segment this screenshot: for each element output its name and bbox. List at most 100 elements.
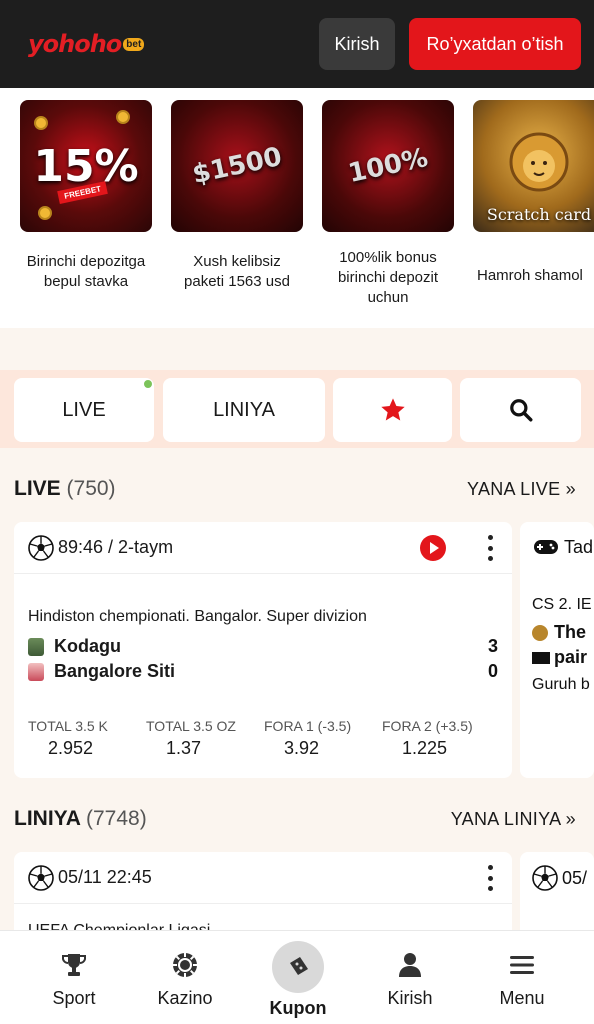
card-header: 05/ xyxy=(532,865,587,891)
more-options-icon[interactable] xyxy=(486,865,494,891)
team-home-name: Kodagu xyxy=(54,636,121,656)
coin-icon xyxy=(34,116,48,130)
sport-tabs: LIVE LINIYA xyxy=(0,370,594,448)
nav-kirish[interactable]: Kirish xyxy=(360,951,460,1009)
tab-live-label: LIVE xyxy=(62,398,106,421)
promo-image: Scratch card xyxy=(473,100,594,232)
tab-liniya[interactable]: LINIYA xyxy=(163,378,325,442)
play-stream-icon[interactable] xyxy=(420,535,446,561)
card-header: 05/11 22:45 xyxy=(14,852,512,904)
more-liniya-link[interactable]: YANA LINIYA » xyxy=(451,809,576,830)
promo-title: Birinchi depozitga bepul stavka xyxy=(26,253,146,290)
promo-art-text: 15% xyxy=(33,140,139,192)
team-logo-icon xyxy=(532,625,548,642)
casino-chip-icon xyxy=(173,953,197,977)
soccer-ball-icon xyxy=(532,865,558,891)
group-label: Guruh b xyxy=(532,676,590,693)
ticket-icon xyxy=(290,957,308,975)
nav-kazino[interactable]: Kazino xyxy=(135,951,235,1009)
nav-kupon-label: Kupon xyxy=(269,998,327,1018)
team-away: Bangalore Siti xyxy=(28,661,175,682)
team-away-label: pair xyxy=(554,647,588,667)
trophy-icon xyxy=(62,954,86,976)
live-title: LIVE xyxy=(14,477,61,500)
promo-card-welcome-package[interactable]: $1500 Xush kelibsiz paketi 1563 usd xyxy=(171,100,303,292)
promo-title: 100%lik bonus birinchi depozit uchun xyxy=(337,249,439,306)
nav-kazino-label: Kazino xyxy=(157,988,213,1008)
live-section-title: LIVE (750) xyxy=(14,477,116,501)
match-time: 89:46 / 2-taym xyxy=(58,537,174,557)
nav-kirish-label: Kirish xyxy=(387,988,433,1008)
promo-image: 15% FREEBET xyxy=(20,100,152,232)
brand-logo[interactable]: yohoho bet xyxy=(28,26,145,62)
soccer-ball-icon xyxy=(28,864,54,891)
odd-cell[interactable]: TOTAL 3.5 OZ 1.37 xyxy=(146,718,264,759)
coin-icon xyxy=(38,206,52,220)
team-home: Kodagu xyxy=(28,636,121,657)
tab-liniya-label: LINIYA xyxy=(213,398,275,421)
promo-card-scratch[interactable]: Scratch card Hamroh shamol xyxy=(473,100,594,286)
logo-text: yohoho xyxy=(28,30,122,58)
more-options-icon[interactable] xyxy=(486,535,494,561)
search-icon xyxy=(509,399,532,422)
nav-sport[interactable]: Sport xyxy=(24,951,124,1009)
logo-badge: bet xyxy=(123,37,145,51)
register-button[interactable]: Ro’yxatdan o’tish xyxy=(409,18,581,70)
odd-value: 2.952 xyxy=(48,738,94,758)
tab-search[interactable] xyxy=(460,378,581,442)
more-live-link[interactable]: YANA LIVE » xyxy=(467,479,576,500)
promo-carousel[interactable]: 15% FREEBET Birinchi depozitga bepul sta… xyxy=(0,88,594,328)
odd-cell[interactable]: FORA 1 (-3.5) 3.92 xyxy=(264,718,382,759)
liniya-title: LINIYA xyxy=(14,807,81,830)
odd-cell[interactable]: TOTAL 3.5 K 2.952 xyxy=(28,718,146,759)
match-date: 05/11 22:45 xyxy=(58,867,152,887)
odd-label: FORA 2 (+3.5) xyxy=(382,718,473,734)
promo-card-first-deposit[interactable]: 15% FREEBET Birinchi depozitga bepul sta… xyxy=(20,100,152,292)
team-home-name: The xyxy=(532,622,586,643)
promo-title: Hamroh shamol xyxy=(477,267,583,284)
team-logo-icon xyxy=(28,662,44,681)
team-logo-icon xyxy=(532,652,550,665)
team-home-label: The xyxy=(554,622,587,642)
team-logo-icon xyxy=(28,637,44,656)
odds-row: TOTAL 3.5 K 2.952 TOTAL 3.5 OZ 1.37 FORA… xyxy=(28,718,500,759)
match-date: 05/ xyxy=(562,867,588,888)
odd-label: TOTAL 3.5 K xyxy=(28,718,108,734)
nav-menu[interactable]: Menu xyxy=(472,951,572,1009)
promo-image: 100% xyxy=(322,100,454,232)
live-event-card[interactable]: 89:46 / 2-taym Hindiston chempionati. Ba… xyxy=(14,522,512,778)
promo-title: Xush kelibsiz paketi 1563 usd xyxy=(184,253,290,290)
odd-value: 3.92 xyxy=(284,738,320,758)
tab-favorites[interactable] xyxy=(333,378,452,442)
team-away-name: pair xyxy=(532,647,587,668)
live-indicator-dot xyxy=(144,380,152,388)
odd-value: 1.225 xyxy=(402,738,448,758)
star-icon xyxy=(380,398,405,421)
team-away-name: Bangalore Siti xyxy=(54,661,176,681)
league-name: Hindiston chempionati. Bangalor. Super d… xyxy=(28,608,367,625)
card-header: 89:46 / 2-taym xyxy=(14,522,512,574)
promo-art-text: $1500 xyxy=(189,141,285,191)
promo-art-text: Scratch card xyxy=(486,205,592,224)
liniya-section-title: LINIYA (7748) xyxy=(14,807,147,831)
nav-sport-label: Sport xyxy=(52,988,96,1008)
nav-menu-label: Menu xyxy=(499,988,545,1008)
promo-card-bonus[interactable]: 100% 100%lik bonus birinchi depozit uchu… xyxy=(322,100,454,308)
nav-kupon[interactable]: Kupon xyxy=(248,953,348,1019)
score-home: 3 xyxy=(487,636,498,656)
login-button[interactable]: Kirish xyxy=(319,18,395,70)
user-icon xyxy=(399,953,421,977)
coin-icon xyxy=(116,110,130,124)
odd-cell[interactable]: FORA 2 (+3.5) 1.225 xyxy=(382,718,500,759)
bottom-navigation: Sport Kazino Kupon Kirish Menu xyxy=(0,930,594,1024)
score-away: 0 xyxy=(487,661,498,681)
odd-label: TOTAL 3.5 OZ xyxy=(146,718,236,734)
promo-image: $1500 xyxy=(171,100,303,232)
odd-label: FORA 1 (-3.5) xyxy=(264,718,352,734)
lion-icon xyxy=(509,132,569,192)
tab-live[interactable]: LIVE xyxy=(14,378,154,442)
promo-art-text: 100% xyxy=(345,142,431,190)
live-event-card-next[interactable]: Tad CS 2. IE The pair Guruh b xyxy=(520,522,594,778)
league-name: CS 2. IE xyxy=(532,596,592,613)
card-header: Tad xyxy=(532,536,593,558)
